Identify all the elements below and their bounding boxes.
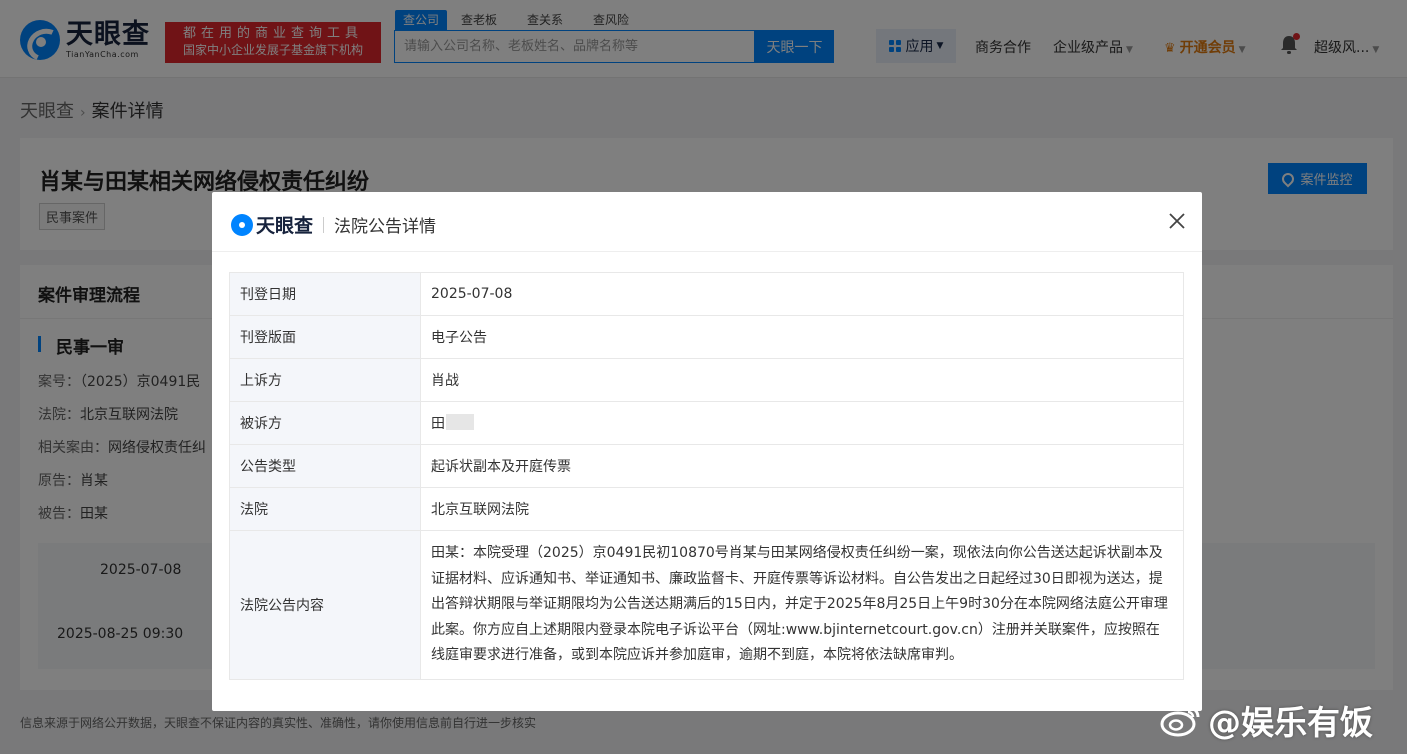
divider (323, 216, 325, 233)
row-key: 刊登版面 (229, 315, 421, 359)
modal-logo-text: 天眼查 (256, 215, 314, 237)
row-value: 起诉状副本及开庭传票 (420, 444, 1184, 488)
notice-content: 田某：本院受理（2025）京0491民初10870号肖某与田某网络侵权责任纠纷一… (420, 530, 1184, 680)
redacted-block (446, 414, 474, 430)
row-value: 田 (420, 401, 1184, 445)
row-key: 法院公告内容 (229, 530, 421, 680)
table-row: 被诉方 田 (229, 401, 1184, 445)
row-key: 被诉方 (229, 401, 421, 445)
weibo-watermark: @娱乐有饭 (1160, 696, 1373, 744)
table-row: 上诉方 肖战 (229, 358, 1184, 402)
modal-title: 法院公告详情 (334, 217, 437, 237)
row-key: 公告类型 (229, 444, 421, 488)
table-row: 刊登版面 电子公告 (229, 315, 1184, 359)
row-key: 上诉方 (229, 358, 421, 402)
weibo-icon (1160, 705, 1200, 737)
defendant-name: 田 (431, 416, 445, 432)
table-row: 法院 北京互联网法院 (229, 487, 1184, 531)
court-notice-modal: 天眼查 法院公告详情 刊登日期 2025-07-08 刊登版面 电子公告 上诉方… (212, 192, 1202, 711)
table-row: 刊登日期 2025-07-08 (229, 272, 1184, 316)
tianyancha-logo-icon (231, 213, 253, 236)
watermark-text: @娱乐有饭 (1208, 703, 1373, 742)
row-value[interactable]: 北京互联网法院 (420, 487, 1184, 531)
row-key: 法院 (229, 487, 421, 531)
close-icon[interactable] (1167, 211, 1187, 231)
table-row: 法院公告内容 田某：本院受理（2025）京0491民初10870号肖某与田某网络… (229, 530, 1184, 680)
row-key: 刊登日期 (229, 272, 421, 316)
row-value: 电子公告 (420, 315, 1184, 359)
row-value: 肖战 (420, 358, 1184, 402)
notice-detail-table: 刊登日期 2025-07-08 刊登版面 电子公告 上诉方 肖战 被诉方 田 公… (229, 272, 1184, 680)
table-row: 公告类型 起诉状副本及开庭传票 (229, 444, 1184, 488)
row-value: 2025-07-08 (420, 272, 1184, 316)
modal-header: 天眼查 法院公告详情 (212, 192, 1202, 252)
